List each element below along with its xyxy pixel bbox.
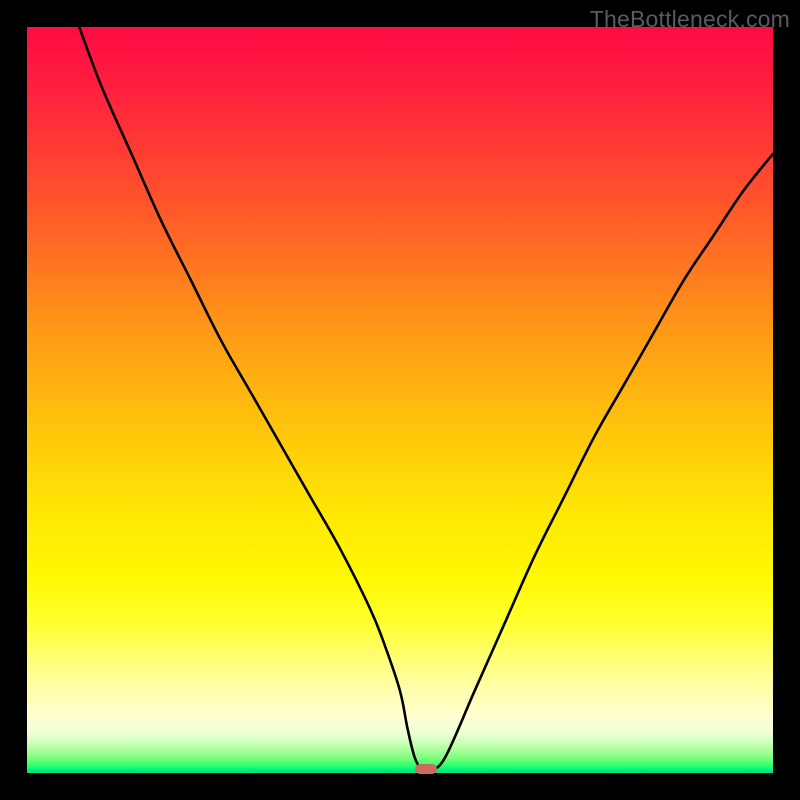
watermark-text: TheBottleneck.com <box>590 6 790 33</box>
bottleneck-curve <box>79 27 773 771</box>
curve-layer <box>27 27 773 773</box>
plot-area <box>27 27 773 773</box>
optimal-point-marker <box>415 764 437 774</box>
chart-frame: TheBottleneck.com <box>0 0 800 800</box>
